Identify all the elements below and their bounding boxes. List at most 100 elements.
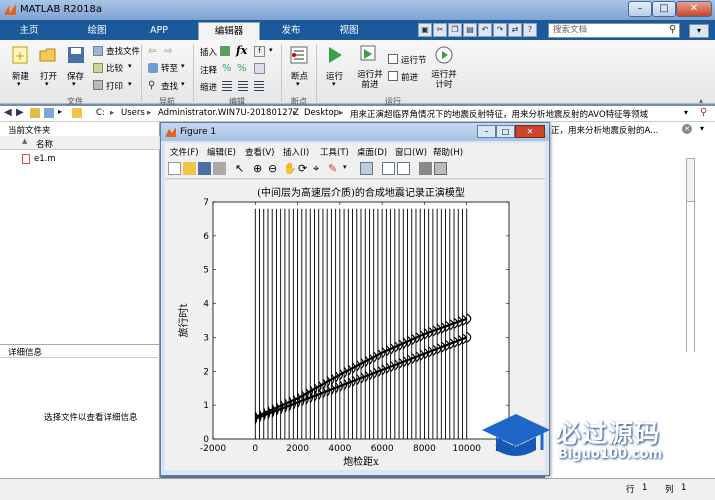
brush-icon[interactable]: ✎: [328, 162, 341, 175]
search-input[interactable]: 搜索文档: [548, 23, 680, 38]
editor-scrollbar[interactable]: [686, 158, 695, 202]
function-icon[interactable]: f: [254, 46, 265, 57]
quick-help-icon[interactable]: ?: [523, 23, 537, 37]
insert-button[interactable]: 插入: [200, 46, 217, 58]
run-icon[interactable]: [326, 45, 344, 65]
save-figure-icon[interactable]: [198, 162, 211, 175]
new-dropdown-icon[interactable]: ▾: [17, 80, 21, 88]
figure-maximize-button[interactable]: □: [496, 125, 515, 138]
quick-cut-icon[interactable]: ✂: [433, 23, 447, 37]
tab-publish[interactable]: 发布: [266, 22, 316, 40]
run-advance-button[interactable]: 运行并前进: [355, 70, 385, 90]
percent-icon[interactable]: %: [222, 63, 232, 74]
quick-copy-icon[interactable]: ❐: [448, 23, 462, 37]
quick-save-icon[interactable]: ▣: [418, 23, 432, 37]
show-plot-tools-icon[interactable]: [434, 162, 447, 175]
fig-menu-help[interactable]: 帮助(H): [433, 146, 463, 158]
tab-home[interactable]: 主页: [4, 22, 54, 40]
browse-folder-icon[interactable]: [44, 108, 54, 118]
uncomment-icon[interactable]: %: [237, 63, 247, 74]
compare-dropdown-icon[interactable]: ▾: [128, 62, 132, 70]
open-dropdown-icon[interactable]: ▾: [45, 80, 49, 88]
breakpoints-icon[interactable]: [289, 46, 309, 64]
indent-button[interactable]: 缩进: [200, 81, 217, 93]
wrap-comment-icon[interactable]: [254, 63, 265, 74]
close-editor-icon[interactable]: ✕: [682, 124, 692, 134]
print-button[interactable]: 打印: [106, 80, 123, 92]
save-icon[interactable]: [67, 46, 85, 64]
breakpoints-dropdown-icon[interactable]: ▾: [296, 80, 300, 88]
save-dropdown-icon[interactable]: ▾: [72, 80, 76, 88]
fig-menu-edit[interactable]: 编辑(E): [207, 146, 236, 158]
fx-icon[interactable]: fx: [236, 44, 247, 57]
new-figure-icon[interactable]: [168, 162, 181, 175]
tab-editor[interactable]: 编辑器: [198, 22, 260, 40]
print-figure-icon[interactable]: [213, 162, 226, 175]
quick-switch-icon[interactable]: ⇄: [508, 23, 522, 37]
fig-menu-file[interactable]: 文件(F): [170, 146, 199, 158]
goto-button[interactable]: 转至: [161, 62, 178, 74]
link-plot-icon[interactable]: [360, 162, 373, 175]
figure-close-button[interactable]: ✕: [515, 125, 545, 138]
open-folder-icon[interactable]: [39, 46, 57, 64]
up-folder-icon[interactable]: [30, 108, 40, 118]
comment-button[interactable]: 注释: [200, 64, 217, 76]
breadcrumb-desktop[interactable]: Desktop: [304, 108, 339, 118]
insert-legend-icon[interactable]: [397, 162, 410, 175]
breadcrumb-users[interactable]: Users: [121, 108, 145, 118]
breadcrumb-drive[interactable]: C:: [96, 108, 105, 118]
data-cursor-icon[interactable]: ⌖: [313, 162, 326, 175]
tab-plots[interactable]: 绘图: [72, 22, 122, 40]
function-dropdown-icon[interactable]: ▾: [269, 46, 273, 54]
run-time-button[interactable]: 运行并计时: [430, 70, 458, 90]
help-dropdown-icon[interactable]: ▾: [689, 24, 709, 38]
fig-menu-view[interactable]: 查看(V): [245, 146, 274, 158]
collapse-ribbon-icon[interactable]: ▴: [699, 96, 703, 105]
run-dropdown-icon[interactable]: ▾: [332, 80, 336, 88]
find-dropdown-icon[interactable]: ▾: [181, 80, 185, 88]
fig-menu-tools[interactable]: 工具(T): [320, 146, 349, 158]
tab-view[interactable]: 视图: [324, 22, 374, 40]
advance-button[interactable]: 前进: [401, 71, 418, 83]
brush-dropdown-icon[interactable]: ▾: [343, 163, 347, 171]
column-name-header[interactable]: 名称: [36, 138, 53, 150]
address-dropdown-icon[interactable]: ▾: [684, 108, 688, 117]
edit-plot-arrow-icon[interactable]: ↖: [235, 162, 248, 175]
address-action-icon[interactable]: ⚲: [700, 107, 707, 118]
pan-icon[interactable]: ✋: [283, 162, 297, 175]
run-section-button[interactable]: 运行节: [401, 54, 427, 66]
smart-indent-icon[interactable]: [222, 81, 232, 91]
zoom-in-icon[interactable]: ⊕: [253, 162, 266, 175]
editor-scrollbar-track[interactable]: [686, 200, 695, 352]
goto-dropdown-icon[interactable]: ▾: [181, 62, 185, 70]
find-button[interactable]: 查找: [161, 80, 178, 92]
print-dropdown-icon[interactable]: ▾: [128, 80, 132, 88]
compare-button[interactable]: 比较: [106, 62, 123, 74]
minimize-button[interactable]: –: [628, 1, 652, 17]
breadcrumb-project-folder[interactable]: 用来正演超临界角情况下的地震反射特征，用来分析地震反射的AVO特征等领域: [350, 108, 685, 120]
run-advance-icon[interactable]: [358, 45, 378, 65]
hide-plot-tools-icon[interactable]: [419, 162, 432, 175]
figure-minimize-button[interactable]: –: [477, 125, 496, 138]
nav-back-icon[interactable]: ⇦: [148, 46, 156, 57]
back-arrow-icon[interactable]: ◀: [4, 107, 12, 118]
zoom-out-icon[interactable]: ⊖: [268, 162, 281, 175]
fig-menu-desktop[interactable]: 桌面(D): [357, 146, 387, 158]
close-button[interactable]: ✕: [676, 1, 712, 17]
file-list-item[interactable]: e1.m: [34, 154, 56, 164]
tab-apps[interactable]: APP: [134, 22, 184, 40]
quick-undo-icon[interactable]: ↶: [478, 23, 492, 37]
forward-arrow-icon[interactable]: ▶: [16, 107, 24, 118]
rotate-icon[interactable]: ⟳: [298, 162, 311, 175]
quick-paste-icon[interactable]: ▤: [463, 23, 477, 37]
find-files-button[interactable]: 查找文件: [106, 45, 140, 57]
maximize-button[interactable]: □: [652, 1, 676, 17]
search-icon[interactable]: ⚲: [669, 24, 676, 35]
fig-menu-window[interactable]: 窗口(W): [395, 146, 427, 158]
quick-redo-icon[interactable]: ↷: [493, 23, 507, 37]
insert-colorbar-icon[interactable]: [382, 162, 395, 175]
fig-menu-insert[interactable]: 插入(I): [283, 146, 309, 158]
panel-menu-icon[interactable]: ▾: [700, 124, 704, 133]
decrease-indent-icon[interactable]: [254, 81, 264, 91]
folder-dropdown-icon[interactable]: ▸: [58, 107, 62, 116]
